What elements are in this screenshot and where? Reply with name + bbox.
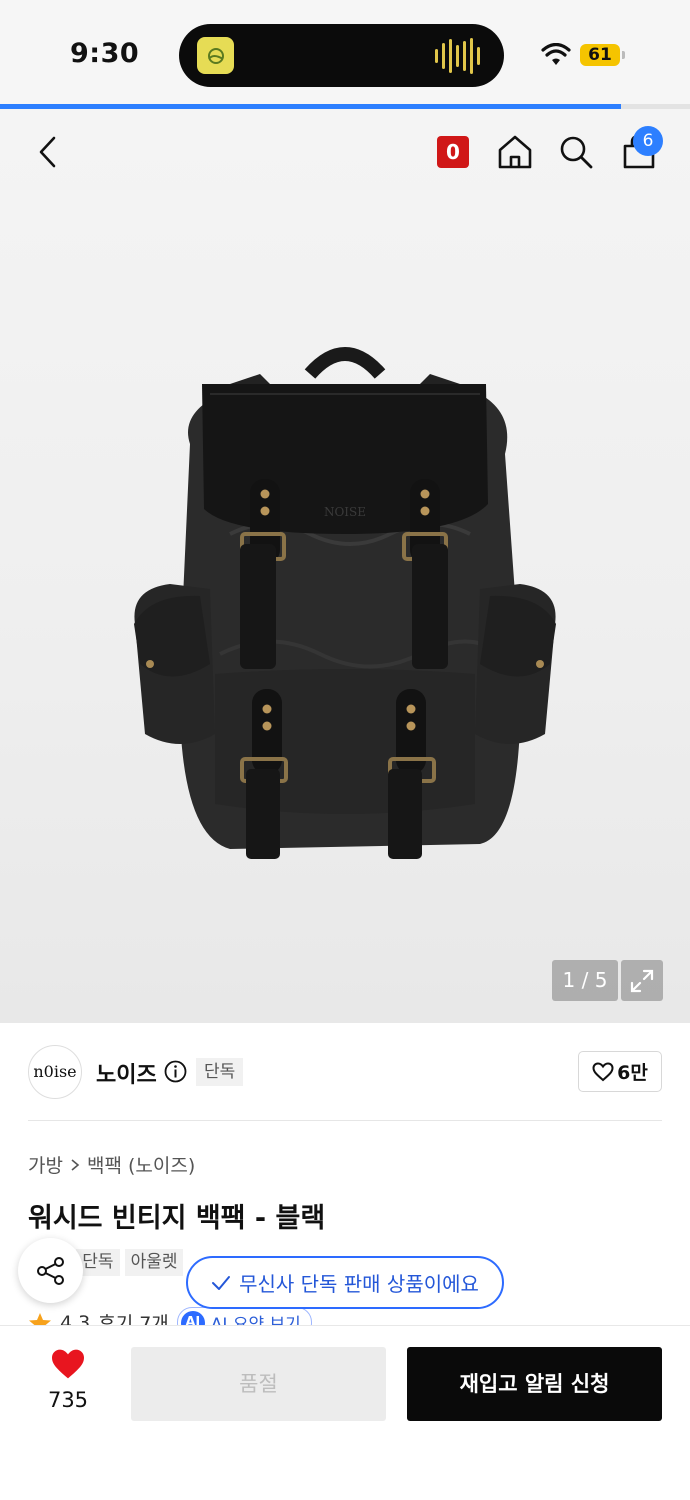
ai-summary-label: AI 요약 보기 — [210, 1315, 301, 1325]
share-icon — [36, 1256, 64, 1285]
ai-summary-button[interactable]: AI AI 요약 보기 — [176, 1307, 312, 1325]
expand-button[interactable] — [621, 960, 663, 1001]
product-gallery[interactable]: 0 6 NOISE 1 / 5 — [0, 109, 690, 1023]
brand-like-count: 6만 — [617, 1062, 648, 1084]
info-icon[interactable] — [164, 1060, 187, 1083]
chevron-right-icon — [71, 1158, 80, 1171]
wifi-icon — [541, 43, 571, 65]
heart-filled-icon — [52, 1349, 84, 1379]
recent-view-badge[interactable]: 0 — [437, 136, 469, 168]
rating-row: 4.3 후기 7개 AI AI 요약 보기 — [28, 1307, 348, 1325]
audio-wave-icon — [435, 38, 480, 74]
clock: 9:30 — [70, 38, 140, 69]
divider — [28, 1120, 662, 1121]
cart-count-badge: 6 — [633, 126, 663, 156]
product-image[interactable]: NOISE — [120, 334, 570, 874]
wish-button[interactable]: 735 — [40, 1348, 96, 1412]
back-button[interactable] — [26, 130, 70, 174]
home-icon — [498, 135, 532, 169]
review-count[interactable]: 후기 7개 — [98, 1309, 169, 1325]
home-button[interactable] — [493, 130, 537, 174]
tag-outlet: 아울렛 — [124, 1249, 184, 1276]
soldout-button[interactable]: 품절 — [131, 1347, 386, 1421]
exclusive-tooltip: 무신사 단독 판매 상품이에요 — [186, 1256, 504, 1309]
weather-app-icon — [197, 37, 234, 74]
rating-value: 4.3 — [60, 1311, 91, 1326]
exclusive-tag: 단독 — [196, 1058, 244, 1086]
brand-logo[interactable]: n0ise — [28, 1045, 82, 1099]
brand-like-button[interactable]: 6만 — [578, 1051, 662, 1092]
star-icon — [29, 1312, 51, 1325]
share-button[interactable] — [18, 1238, 83, 1303]
breadcrumb-category[interactable]: 가방 — [28, 1151, 63, 1178]
wish-count: 735 — [47, 1388, 89, 1412]
brand-name[interactable]: 노이즈 — [96, 1057, 157, 1089]
dynamic-island — [179, 24, 504, 87]
battery-icon: 61 — [580, 44, 620, 66]
search-button[interactable] — [554, 130, 598, 174]
product-title: 워시드 빈티지 백팩 - 블랙 — [28, 1203, 326, 1234]
status-bar: 9:30 61 — [0, 0, 690, 106]
check-icon — [212, 1275, 231, 1290]
ai-badge: AI — [180, 1310, 205, 1325]
heart-outline-icon — [592, 1061, 614, 1081]
image-counter: 1 / 5 — [552, 960, 618, 1001]
restock-alert-button[interactable]: 재입고 알림 신청 — [407, 1347, 662, 1421]
battery-tip — [622, 51, 625, 59]
expand-icon — [630, 969, 654, 992]
breadcrumb-subcategory[interactable]: 백팩 (노이즈) — [87, 1151, 195, 1178]
chevron-left-icon — [39, 136, 56, 168]
tooltip-text: 무신사 단독 판매 상품이에요 — [239, 1272, 479, 1296]
search-icon — [560, 136, 593, 169]
brand-print: NOISE — [324, 505, 366, 519]
bottom-action-bar: 735 품절 재입고 알림 신청 — [0, 1325, 690, 1500]
breadcrumb: 가방 백팩 (노이즈) — [28, 1151, 195, 1178]
